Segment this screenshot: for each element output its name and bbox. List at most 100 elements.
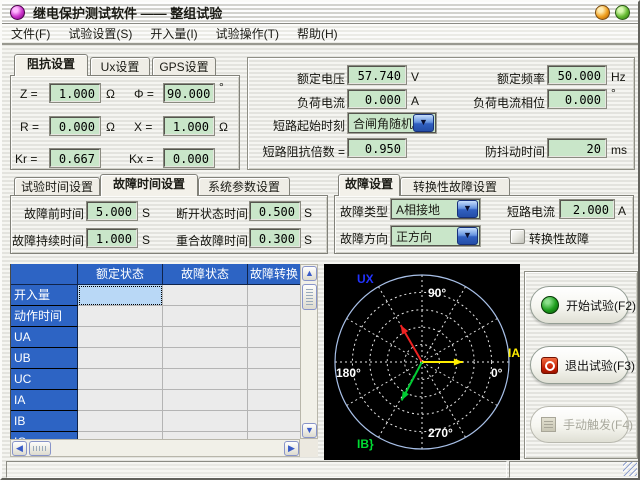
table-cell[interactable]	[163, 432, 248, 439]
table-cell[interactable]	[248, 348, 301, 369]
table-cell[interactable]	[78, 390, 163, 411]
start-test-button[interactable]: 开始试验(F2)	[530, 286, 629, 324]
titlebar: 继电保护测试软件 —— 整组试验	[2, 2, 638, 24]
impedance-panel-body	[10, 75, 240, 170]
menu-help[interactable]: 帮助(H)	[288, 24, 347, 43]
table-cell[interactable]	[78, 306, 163, 327]
rated-voltage-label: 额定电压	[272, 70, 345, 87]
window-title: 继电保护测试软件 —— 整组试验	[33, 3, 222, 22]
table-cell[interactable]	[248, 369, 301, 390]
table-cell[interactable]	[248, 390, 301, 411]
table-cell[interactable]	[163, 306, 248, 327]
table-cell[interactable]	[163, 348, 248, 369]
svg-text:0°: 0°	[491, 366, 503, 380]
table-cell[interactable]	[78, 369, 163, 390]
tab-convert-fault-settings[interactable]: 转换性故障设置	[400, 177, 510, 196]
debounce-unit: ms	[611, 143, 627, 157]
short-start-label: 短路起始时刻	[260, 117, 345, 134]
table-col-header[interactable]: 故障状态	[163, 264, 248, 285]
svg-text:180°: 180°	[336, 366, 361, 380]
tab-gps-settings[interactable]: GPS设置	[152, 57, 216, 76]
table-cell[interactable]	[248, 327, 301, 348]
table-cell[interactable]	[78, 327, 163, 348]
scrollbar-corner	[300, 439, 318, 457]
rated-freq-input[interactable]: 50.000	[548, 66, 606, 84]
app-icon	[10, 5, 25, 20]
table-cell[interactable]	[78, 432, 163, 439]
manual-trigger-label: 手动触发(F4)	[563, 416, 633, 433]
table-cell[interactable]	[248, 411, 301, 432]
resize-grip[interactable]	[623, 462, 637, 476]
svg-text:90°: 90°	[428, 286, 446, 300]
table-row-header[interactable]: 开入量	[11, 285, 78, 306]
h-scrollbar-thumb[interactable]	[29, 441, 51, 456]
manual-trigger-button[interactable]: 手动触发(F4)	[530, 406, 629, 443]
debounce-input[interactable]: 20	[548, 139, 606, 157]
scroll-down-icon[interactable]: ▼	[302, 423, 317, 438]
table-row-header[interactable]: IC	[11, 432, 78, 439]
status-bar-right	[509, 461, 639, 478]
table-cell[interactable]	[78, 285, 163, 306]
menu-test-settings[interactable]: 试验设置(S)	[59, 24, 141, 43]
table-cell[interactable]	[78, 348, 163, 369]
impedance-mult-input[interactable]: 0.950	[348, 139, 406, 157]
tab-test-time-settings[interactable]: 试验时间设置	[14, 177, 100, 196]
chevron-down-icon[interactable]: ▼	[413, 114, 434, 132]
table-col-header[interactable]: 故障转换	[248, 264, 301, 285]
table-cell[interactable]	[248, 285, 301, 306]
load-phase-label: 负荷电流相位	[460, 94, 545, 111]
table-cell[interactable]	[163, 411, 248, 432]
tab-ux-settings[interactable]: Ux设置	[90, 57, 150, 76]
table-col-header[interactable]: 额定状态	[78, 264, 163, 285]
exit-test-button[interactable]: 退出试验(F3)	[530, 346, 629, 384]
table-cell[interactable]	[163, 285, 248, 306]
table-corner-cell	[11, 264, 78, 285]
results-table: 额定状态故障状态故障转换开入量动作时间UAUBUCIAIBIC ▲ ▼ ◀ ▶	[10, 264, 318, 457]
menu-file[interactable]: 文件(F)	[2, 24, 59, 43]
scroll-right-icon[interactable]: ▶	[284, 441, 299, 456]
table-row-header[interactable]: IA	[11, 390, 78, 411]
table-row-header[interactable]: UA	[11, 327, 78, 348]
table-cell[interactable]	[163, 369, 248, 390]
short-start-dropdown[interactable]: 合闸角随机 ▼	[348, 113, 436, 133]
v-scrollbar-thumb[interactable]	[302, 284, 317, 310]
scroll-up-icon[interactable]: ▲	[302, 266, 317, 281]
table-cell[interactable]	[248, 306, 301, 327]
h-scrollbar[interactable]: ◀ ▶	[10, 439, 300, 457]
tab-impedance-settings[interactable]: 阻抗设置	[14, 54, 88, 76]
tab-system-param-settings[interactable]: 系统参数设置	[198, 177, 290, 196]
minimize-button[interactable]	[595, 5, 610, 20]
rated-freq-label: 额定频率	[472, 70, 545, 87]
debounce-label: 防抖动时间	[472, 143, 545, 160]
table-row-header[interactable]: IB	[11, 411, 78, 432]
load-phase-input[interactable]: 0.000	[548, 90, 606, 108]
table-cell[interactable]	[163, 327, 248, 348]
rated-voltage-unit: V	[411, 70, 419, 84]
table-row-header[interactable]: UC	[11, 369, 78, 390]
close-button[interactable]	[615, 5, 630, 20]
load-current-label: 负荷电流	[272, 94, 345, 111]
v-scrollbar[interactable]: ▲ ▼	[300, 264, 318, 439]
svg-text:IB}: IB}	[357, 437, 374, 451]
table-cell[interactable]	[163, 390, 248, 411]
start-test-label: 开始试验(F2)	[566, 297, 636, 314]
table-cell[interactable]	[248, 432, 301, 439]
results-table-grid[interactable]: 额定状态故障状态故障转换开入量动作时间UAUBUCIAIBIC	[10, 264, 301, 439]
table-row-header[interactable]: 动作时间	[11, 306, 78, 327]
tab-fault-settings[interactable]: 故障设置	[338, 174, 400, 196]
rated-freq-unit: Hz	[611, 70, 626, 84]
exit-test-label: 退出试验(F3)	[565, 357, 635, 374]
load-current-input[interactable]: 0.000	[348, 90, 406, 108]
svg-text:270°: 270°	[428, 426, 453, 440]
svg-text:IA: IA	[508, 346, 520, 360]
fault-panel-body	[334, 195, 634, 254]
rated-voltage-input[interactable]: 57.740	[348, 66, 406, 84]
table-row-header[interactable]: UB	[11, 348, 78, 369]
scroll-left-icon[interactable]: ◀	[12, 441, 27, 456]
menu-test-operation[interactable]: 试验操作(T)	[207, 24, 288, 43]
phasor-diagram: 90°180°0°270°UXIAIB}	[324, 264, 520, 460]
tab-fault-time-settings[interactable]: 故障时间设置	[100, 174, 198, 196]
menu-binary-input[interactable]: 开入量(I)	[141, 24, 206, 43]
time-panel-body	[10, 195, 328, 254]
table-cell[interactable]	[78, 411, 163, 432]
